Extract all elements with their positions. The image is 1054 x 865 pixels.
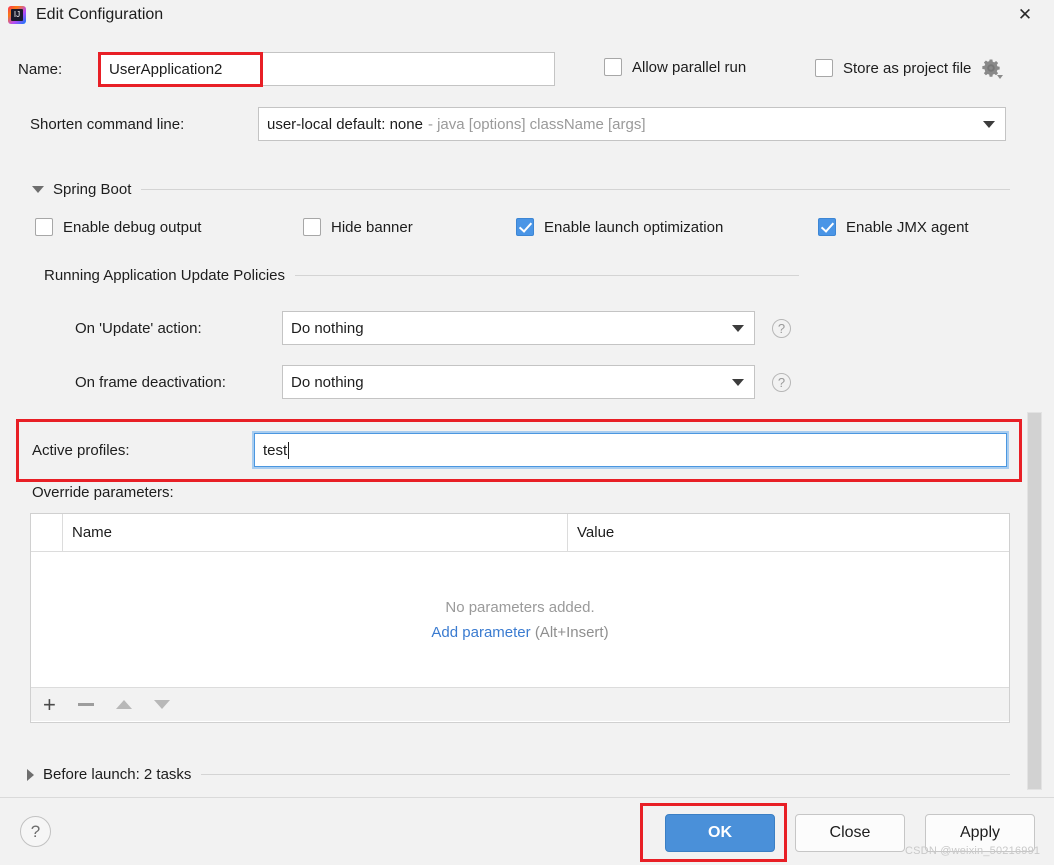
chevron-down-icon-spring-boot[interactable] [32,186,44,193]
store-as-project-file-checkbox-box[interactable] [815,59,833,77]
on-update-action-label: On 'Update' action: [75,320,282,337]
on-update-action-combobox[interactable]: Do nothing [282,311,755,345]
shorten-command-line-row: Shorten command line: user-local default… [30,107,1006,141]
chevron-down-icon-on-update-action[interactable] [732,325,744,332]
hide-banner-label: Hide banner [331,219,413,236]
name-row: Name: [18,52,555,86]
text-caret [288,442,289,459]
table-header-row: Name Value [31,514,1009,552]
table-toolbar: + [31,687,1009,721]
override-parameters-label: Override parameters: [32,484,174,501]
shorten-command-line-combobox[interactable]: user-local default: none - java [options… [258,107,1006,141]
active-profiles-input[interactable]: test [254,433,1007,467]
enable-debug-output-checkbox-box[interactable] [35,218,53,236]
enable-jmx-agent-label: Enable JMX agent [846,219,969,236]
vertical-scrollbar-thumb[interactable] [1027,412,1042,790]
store-as-project-file-checkbox[interactable]: Store as project file [815,58,1001,78]
before-launch-label: Before launch: 2 tasks [43,766,191,783]
allow-parallel-run-checkbox-box[interactable] [604,58,622,76]
enable-launch-optimization-checkbox[interactable]: Enable launch optimization [516,218,723,236]
help-button[interactable]: ? [20,816,51,847]
on-frame-deactivation-value: Do nothing [291,374,364,391]
enable-jmx-agent-checkbox-box[interactable] [818,218,836,236]
table-gutter-column [31,514,63,551]
close-button[interactable]: Close [795,814,905,852]
add-parameter-link[interactable]: Add parameter [431,624,530,641]
table-empty-state: No parameters added. Add parameter (Alt+… [31,552,1009,687]
table-column-header-name: Name [63,514,568,551]
intellij-idea-logo-icon [8,6,26,24]
table-column-header-value: Value [568,514,1009,551]
override-parameters-table: Name Value No parameters added. Add para… [30,513,1010,723]
shorten-command-line-hint: - java [options] className [args] [428,116,646,133]
update-policies-section-header: Running Application Update Policies [44,267,799,284]
section-divider [141,189,1010,190]
footer-divider [0,797,1054,798]
page-title: Edit Configuration [36,6,163,24]
move-down-icon[interactable] [154,700,170,709]
allow-parallel-run-label: Allow parallel run [632,59,746,76]
chevron-down-icon-on-frame-deactivation[interactable] [732,379,744,386]
shorten-command-line-value: user-local default: none [267,116,423,133]
override-parameters-label-row: Override parameters: [32,484,174,501]
hide-banner-checkbox-box[interactable] [303,218,321,236]
shorten-command-line-label: Shorten command line: [30,116,258,133]
gear-icon[interactable] [981,58,1001,78]
enable-jmx-agent-checkbox[interactable]: Enable JMX agent [818,218,969,236]
before-launch-section-header[interactable]: Before launch: 2 tasks [27,766,1010,783]
on-update-action-row: On 'Update' action: Do nothing ? [75,311,791,345]
on-update-action-value: Do nothing [291,320,364,337]
active-profiles-value: test [263,442,287,459]
ok-button[interactable]: OK [665,814,775,852]
remove-icon[interactable] [78,703,94,706]
allow-parallel-run-checkbox[interactable]: Allow parallel run [604,58,746,76]
on-frame-deactivation-label: On frame deactivation: [75,374,282,391]
spring-boot-title: Spring Boot [53,181,131,198]
close-icon[interactable]: ✕ [1006,0,1044,30]
active-profiles-label: Active profiles: [32,442,254,459]
add-parameter-shortcut-hint: (Alt+Insert) [535,624,609,641]
spring-boot-section-header[interactable]: Spring Boot [32,181,1010,198]
on-frame-deactivation-combobox[interactable]: Do nothing [282,365,755,399]
update-policies-title: Running Application Update Policies [44,267,285,284]
hide-banner-checkbox[interactable]: Hide banner [303,218,413,236]
section-divider [295,275,799,276]
title-bar: Edit Configuration ✕ [0,0,1054,30]
section-divider [201,774,1010,775]
add-parameter-line: Add parameter (Alt+Insert) [431,624,608,641]
add-icon[interactable]: + [43,694,56,716]
enable-debug-output-checkbox[interactable]: Enable debug output [35,218,201,236]
chevron-down-icon[interactable] [983,121,995,128]
empty-state-text: No parameters added. [445,599,594,616]
edit-configuration-dialog: Edit Configuration ✕ Name: Allow paralle… [0,0,1054,865]
enable-debug-output-label: Enable debug output [63,219,201,236]
help-icon-on-update-action[interactable]: ? [772,319,791,338]
enable-launch-optimization-checkbox-box[interactable] [516,218,534,236]
enable-launch-optimization-label: Enable launch optimization [544,219,723,236]
name-input[interactable] [100,52,555,86]
active-profiles-row: Active profiles: test [32,433,1007,467]
chevron-right-icon-before-launch[interactable] [27,769,34,781]
move-up-icon[interactable] [116,700,132,709]
on-frame-deactivation-row: On frame deactivation: Do nothing ? [75,365,791,399]
store-as-project-file-label: Store as project file [843,60,971,77]
watermark: CSDN @weixin_50216991 [905,845,1040,857]
help-icon-on-frame-deactivation[interactable]: ? [772,373,791,392]
name-label: Name: [18,61,100,78]
